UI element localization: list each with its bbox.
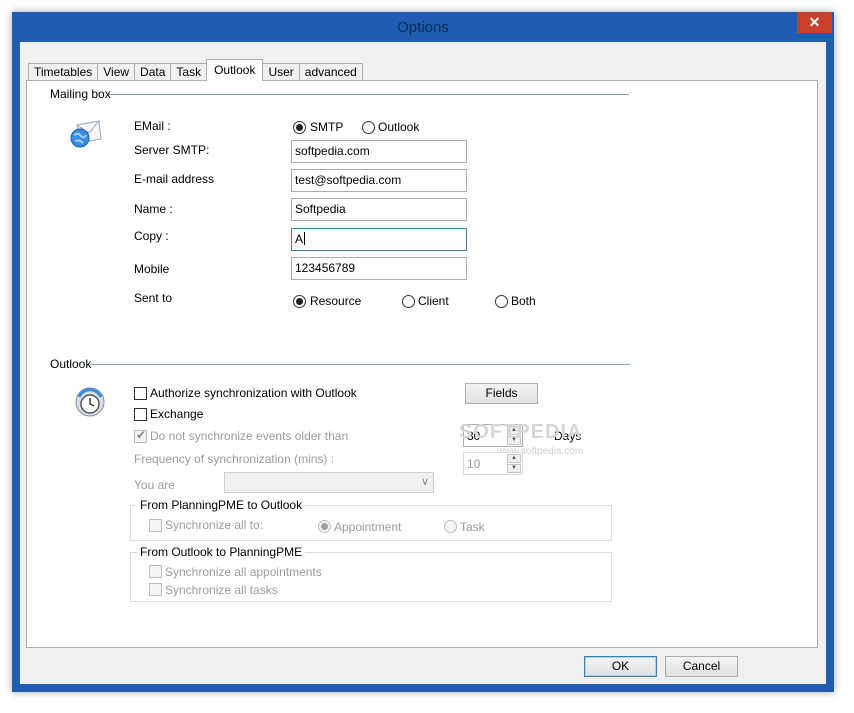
tab-user[interactable]: User <box>262 63 300 81</box>
you-are-label: You are <box>134 478 175 492</box>
tab-outlook[interactable]: Outlook <box>206 59 264 81</box>
authorize-sync-label[interactable]: Authorize synchronization with Outlook <box>150 386 357 400</box>
smtp-radio[interactable] <box>293 121 306 134</box>
outlook-separator <box>90 364 630 365</box>
copy-label: Copy : <box>134 229 169 243</box>
softpedia-watermark: SOFTPEDIA <box>459 421 583 443</box>
task-radio-label[interactable]: Task <box>460 520 485 534</box>
frequency-label: Frequency of synchronization (mins) : <box>134 452 335 466</box>
email-label: EMail : <box>134 119 171 133</box>
ok-button[interactable]: OK <box>584 656 657 677</box>
mobile-label: Mobile <box>134 262 170 276</box>
sync-appointments-checkbox[interactable] <box>149 565 162 578</box>
clock-sync-icon <box>73 385 107 419</box>
outlook-heading: Outlook <box>50 357 92 371</box>
smtp-radio-label[interactable]: SMTP <box>310 120 343 134</box>
frequency-value: 10 <box>467 457 481 471</box>
spin-up-icon[interactable]: ▲ <box>507 454 521 463</box>
email-address-input[interactable]: test@softpedia.com <box>291 169 467 192</box>
mailing-box-heading: Mailing box <box>50 87 111 101</box>
sync-all-to-checkbox[interactable] <box>149 519 162 532</box>
text-caret <box>304 232 306 245</box>
title-bar[interactable]: Options ✕ <box>12 12 834 42</box>
spin-down-icon[interactable]: ▼ <box>507 464 521 473</box>
mailing-box-separator <box>109 94 629 95</box>
outlook-tab-panel: Mailing box EMail : SMTP Outlook Server … <box>26 80 818 648</box>
resource-radio[interactable] <box>293 295 306 308</box>
from-planning-title: From PlanningPME to Outlook <box>137 498 306 512</box>
name-input[interactable]: Softpedia <box>291 198 467 221</box>
name-label: Name : <box>134 202 173 216</box>
server-smtp-label: Server SMTP: <box>134 143 210 157</box>
chevron-down-icon: ∨ <box>420 476 429 488</box>
email-address-label: E-mail address <box>134 172 215 186</box>
tab-strip: Timetables View Data Task Outlook User a… <box>28 59 363 81</box>
sync-appointments-label[interactable]: Synchronize all appointments <box>165 565 322 579</box>
server-smtp-input[interactable]: softpedia.com <box>291 140 467 163</box>
from-outlook-title: From Outlook to PlanningPME <box>137 545 306 559</box>
sent-to-label: Sent to <box>134 291 173 305</box>
appointment-radio[interactable] <box>318 520 331 533</box>
tab-view[interactable]: View <box>97 63 136 81</box>
from-planning-groupbox: From PlanningPME to Outlook Synchronize … <box>130 498 612 541</box>
sync-tasks-checkbox[interactable] <box>149 583 162 596</box>
tab-timetables[interactable]: Timetables <box>28 63 99 81</box>
mobile-input[interactable]: 123456789 <box>291 257 467 280</box>
sync-all-to-label[interactable]: Synchronize all to: <box>165 518 263 532</box>
tab-advanced[interactable]: advanced <box>298 63 363 81</box>
authorize-sync-checkbox[interactable] <box>134 387 147 400</box>
copy-input[interactable]: A <box>291 228 467 251</box>
outlook-radio-label[interactable]: Outlook <box>378 120 419 134</box>
outlook-radio[interactable] <box>362 121 375 134</box>
task-radio[interactable] <box>444 520 457 533</box>
options-dialog: Options ✕ Timetables View Data Task Outl… <box>12 12 834 692</box>
frequency-spinner[interactable]: 10 ▲ ▼ <box>463 452 523 475</box>
frequency-spinner-arrows[interactable]: ▲ ▼ <box>507 454 521 473</box>
no-sync-older-label[interactable]: Do not synchronize events older than <box>150 429 348 443</box>
client-radio[interactable] <box>402 295 415 308</box>
both-radio-label[interactable]: Both <box>511 294 536 308</box>
sync-tasks-label[interactable]: Synchronize all tasks <box>165 583 278 597</box>
check-icon: ✔ <box>136 428 147 442</box>
dialog-client-area: Timetables View Data Task Outlook User a… <box>20 42 826 684</box>
appointment-radio-label[interactable]: Appointment <box>334 520 401 534</box>
copy-input-value: A <box>295 232 304 246</box>
client-radio-label[interactable]: Client <box>418 294 449 308</box>
window-title: Options <box>397 19 449 36</box>
exchange-checkbox[interactable] <box>134 408 147 421</box>
both-radio[interactable] <box>495 295 508 308</box>
fields-button[interactable]: Fields <box>465 383 538 404</box>
envelope-globe-icon <box>67 117 103 153</box>
tab-task[interactable]: Task <box>170 63 208 81</box>
you-are-select[interactable]: ∨ <box>224 472 434 493</box>
cancel-button[interactable]: Cancel <box>665 656 738 677</box>
no-sync-older-checkbox[interactable]: ✔ <box>134 428 147 443</box>
resource-radio-label[interactable]: Resource <box>310 294 361 308</box>
from-outlook-groupbox: From Outlook to PlanningPME Synchronize … <box>130 545 612 602</box>
exchange-label[interactable]: Exchange <box>150 407 203 421</box>
tab-data[interactable]: Data <box>134 63 172 81</box>
close-button[interactable]: ✕ <box>797 12 832 33</box>
